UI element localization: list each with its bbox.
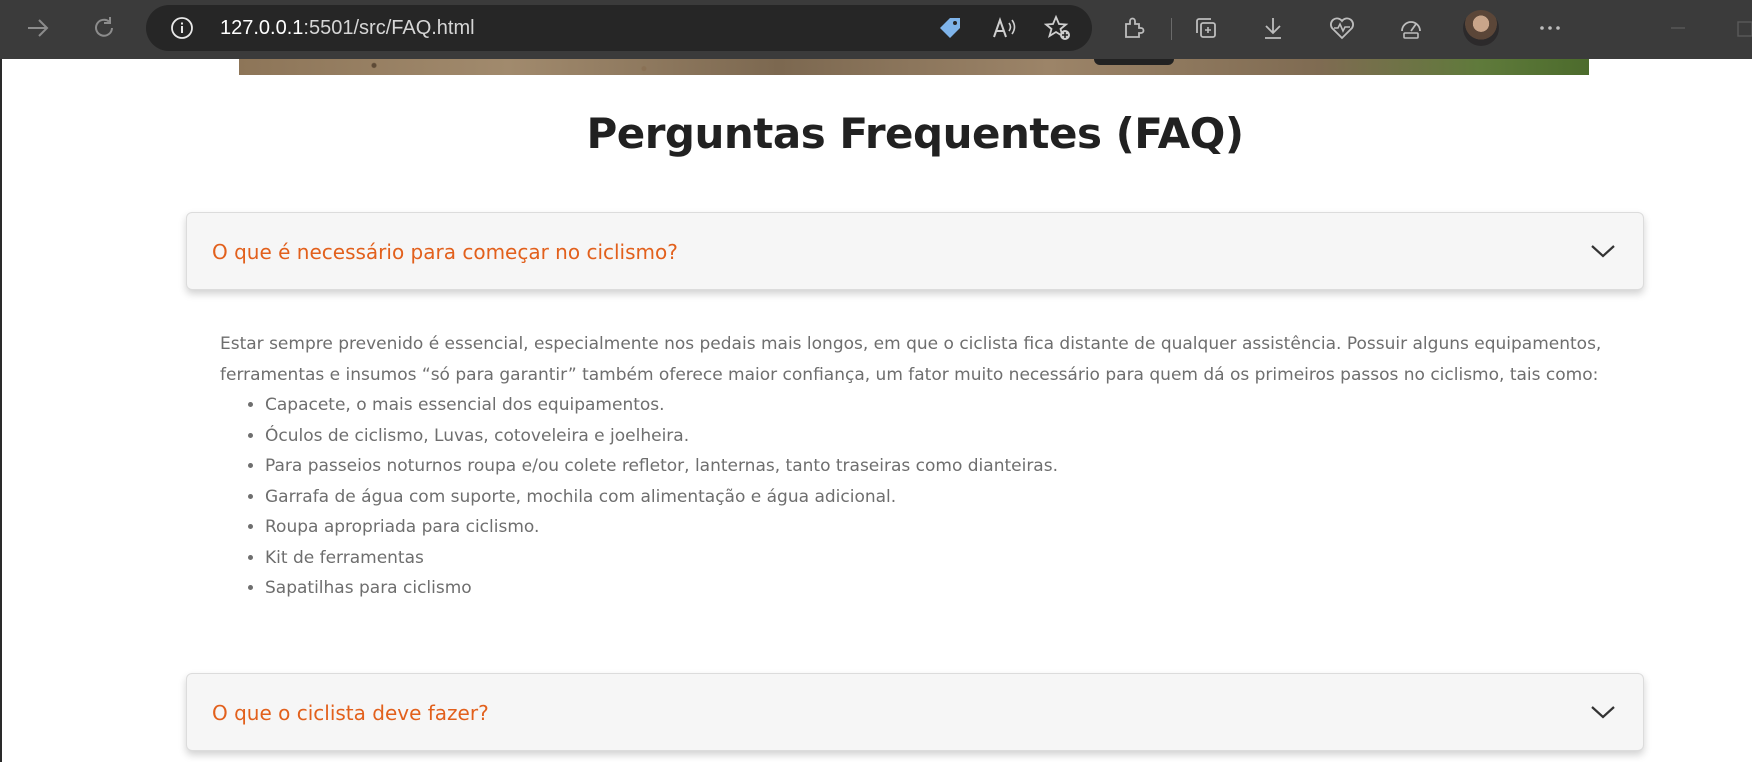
list-item: Garrafa de água com suporte, mochila com… [265,482,1620,513]
url-host: 127.0.0.1 [220,17,304,39]
chevron-down-icon[interactable] [1589,700,1617,724]
favorite-add-icon[interactable] [1044,14,1072,42]
extensions-icon[interactable] [1118,12,1150,44]
page-viewport: Perguntas Frequentes (FAQ) O que é neces… [0,59,1752,762]
faq-question-2[interactable]: O que o ciclista deve fazer? [186,673,1644,751]
bike-wheel-shape [1094,59,1174,65]
more-icon[interactable] [1534,12,1566,44]
health-icon[interactable] [1326,12,1358,44]
refresh-icon[interactable] [84,8,124,48]
faq-answer-1: Estar sempre prevenido é essencial, espe… [220,329,1620,604]
download-icon[interactable] [1257,12,1289,44]
browser-toolbar: 127.0.0.1:5501/src/FAQ.html [0,0,1752,59]
address-bar[interactable]: 127.0.0.1:5501/src/FAQ.html [146,5,1092,51]
list-item: Sapatilhas para ciclismo [265,573,1620,604]
faq-question-1[interactable]: O que é necessário para começar no cicli… [186,212,1644,290]
url-text[interactable]: 127.0.0.1:5501/src/FAQ.html [220,5,475,51]
page-title: Perguntas Frequentes (FAQ) [586,109,1244,158]
info-icon[interactable] [170,16,194,40]
performance-icon[interactable] [1395,12,1427,44]
list-item: Kit de ferramentas [265,543,1620,574]
tag-icon[interactable] [936,14,964,42]
back-arrow-icon[interactable] [18,8,58,48]
chevron-down-icon[interactable] [1589,239,1617,263]
read-aloud-icon[interactable] [990,14,1018,42]
maximize-icon[interactable] [1728,12,1752,44]
minimize-icon[interactable] [1662,12,1694,44]
faq-question-2-label: O que o ciclista deve fazer? [212,701,489,725]
url-path: :5501/src/FAQ.html [303,17,475,39]
list-item: Óculos de ciclismo, Luvas, cotoveleira e… [265,421,1620,452]
list-item: Roupa apropriada para ciclismo. [265,512,1620,543]
faq-question-1-label: O que é necessário para começar no cicli… [212,240,678,264]
list-item: Para passeios noturnos roupa e/ou colete… [265,451,1620,482]
list-item: Capacete, o mais essencial dos equipamen… [265,390,1620,421]
toolbar-separator [1171,18,1172,40]
avatar[interactable] [1463,10,1499,46]
collections-icon[interactable] [1190,12,1222,44]
equipment-list: Capacete, o mais essencial dos equipamen… [220,390,1620,604]
faq-answer-1-intro: Estar sempre prevenido é essencial, espe… [220,334,1602,385]
hero-image [239,59,1589,75]
